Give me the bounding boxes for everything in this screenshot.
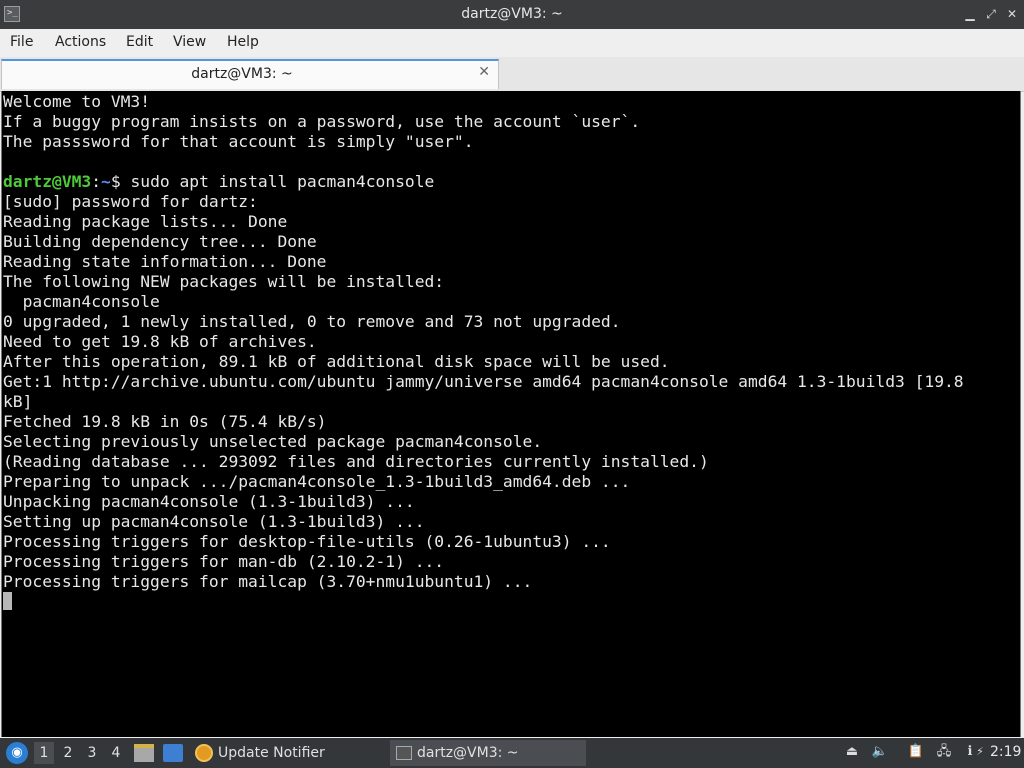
clock[interactable]: 2:19 xyxy=(990,744,1021,760)
eject-icon[interactable]: ⏏ xyxy=(843,743,861,761)
file-manager-icon[interactable] xyxy=(134,744,154,762)
menu-view[interactable]: View xyxy=(173,34,206,50)
menu-file[interactable]: File xyxy=(10,34,33,50)
output-line: Need to get 19.8 kB of archives. xyxy=(3,332,317,351)
cursor-line xyxy=(3,592,1020,612)
terminal-window: >_ dartz@VM3: ~ ▁ ⤢ ✕ File Actions Edit … xyxy=(0,0,1024,738)
tab-terminal[interactable]: dartz@VM3: ~ ✕ xyxy=(1,59,499,89)
command-line: dartz@VM3:~$ sudo apt install pacman4con… xyxy=(3,172,1020,192)
menu-actions[interactable]: Actions xyxy=(55,34,106,50)
clipboard-icon[interactable]: 📋 xyxy=(907,743,925,761)
desktop-2-button[interactable]: 2 xyxy=(58,742,78,764)
terminal-output[interactable]: Welcome to VM3! If a buggy program insis… xyxy=(1,91,1021,737)
task-update-notifier[interactable]: Update Notifier xyxy=(195,740,380,766)
show-desktop-icon[interactable] xyxy=(163,744,183,762)
desktop-1-button[interactable]: 1 xyxy=(34,742,54,764)
tab-close-icon[interactable]: ✕ xyxy=(478,64,490,80)
lubuntu-logo-icon[interactable]: ◉ xyxy=(6,742,28,764)
taskbar: ◉ 1 2 3 4 Update Notifier dartz@VM3: ~ ⏏… xyxy=(0,738,1024,768)
output-line: Preparing to unpack .../pacman4console_1… xyxy=(3,472,631,491)
prompt-user: dartz@VM3 xyxy=(3,172,92,191)
desktop-3-button[interactable]: 3 xyxy=(82,742,102,764)
window-title: dartz@VM3: ~ xyxy=(461,6,563,22)
minimize-button[interactable]: ▁ xyxy=(962,6,978,22)
prompt-separator: : xyxy=(91,172,102,191)
update-notifier-icon xyxy=(195,744,213,762)
output-line: 0 upgraded, 1 newly installed, 0 to remo… xyxy=(3,312,621,331)
menu-edit[interactable]: Edit xyxy=(126,34,153,50)
power-icon[interactable]: ⚡ xyxy=(971,743,989,761)
tab-bar: dartz@VM3: ~ ✕ xyxy=(0,57,1024,92)
output-line: Reading state information... Done xyxy=(3,252,327,271)
task-label: Update Notifier xyxy=(218,745,325,761)
command-text: sudo apt install pacman4console xyxy=(120,172,435,191)
volume-icon[interactable]: 🔈 xyxy=(871,743,889,761)
output-line: Building dependency tree... Done xyxy=(3,232,317,251)
output-line: Fetched 19.8 kB in 0s (75.4 kB/s) xyxy=(3,412,327,431)
output-line: Setting up pacman4console (1.3-1build3) … xyxy=(3,512,425,531)
desktop-4-button[interactable]: 4 xyxy=(106,742,126,764)
output-line: Selecting previously unselected package … xyxy=(3,432,543,451)
tab-label: dartz@VM3: ~ xyxy=(191,66,293,82)
output-line: pacman4console xyxy=(3,292,160,311)
terminal-line: The passsword for that account is simply… xyxy=(3,132,474,151)
maximize-button[interactable]: ⤢ xyxy=(983,6,999,22)
title-bar[interactable]: >_ dartz@VM3: ~ ▁ ⤢ ✕ xyxy=(0,0,1024,29)
terminal-cursor xyxy=(3,592,12,610)
output-line: Processing triggers for man-db (2.10.2-1… xyxy=(3,552,445,571)
prompt-path: ~ xyxy=(101,172,111,191)
output-line: (Reading database ... 293092 files and d… xyxy=(3,452,709,471)
output-line: Get:1 http://archive.ubuntu.com/ubuntu j… xyxy=(3,372,964,391)
prompt-symbol: $ xyxy=(110,172,121,191)
output-line: The following NEW packages will be insta… xyxy=(3,272,445,291)
output-line: kB] xyxy=(3,392,33,411)
task-terminal[interactable]: dartz@VM3: ~ xyxy=(390,740,586,766)
output-line: Unpacking pacman4console (1.3-1build3) .… xyxy=(3,492,415,511)
menu-bar: File Actions Edit View Help xyxy=(0,29,1024,57)
output-line: [sudo] password for dartz: xyxy=(3,192,258,211)
output-line: Processing triggers for desktop-file-uti… xyxy=(3,532,611,551)
terminal-line: Welcome to VM3! xyxy=(3,92,151,111)
output-line: Reading package lists... Done xyxy=(3,212,288,231)
terminal-icon xyxy=(396,746,412,760)
close-button[interactable]: ✕ xyxy=(1004,6,1020,22)
terminal-line: If a buggy program insists on a password… xyxy=(3,112,641,131)
output-line: After this operation, 89.1 kB of additio… xyxy=(3,352,670,371)
task-label: dartz@VM3: ~ xyxy=(417,745,519,761)
output-line: Processing triggers for mailcap (3.70+nm… xyxy=(3,572,533,591)
network-icon[interactable]: 🖧 xyxy=(935,743,953,761)
menu-help[interactable]: Help xyxy=(227,34,259,50)
